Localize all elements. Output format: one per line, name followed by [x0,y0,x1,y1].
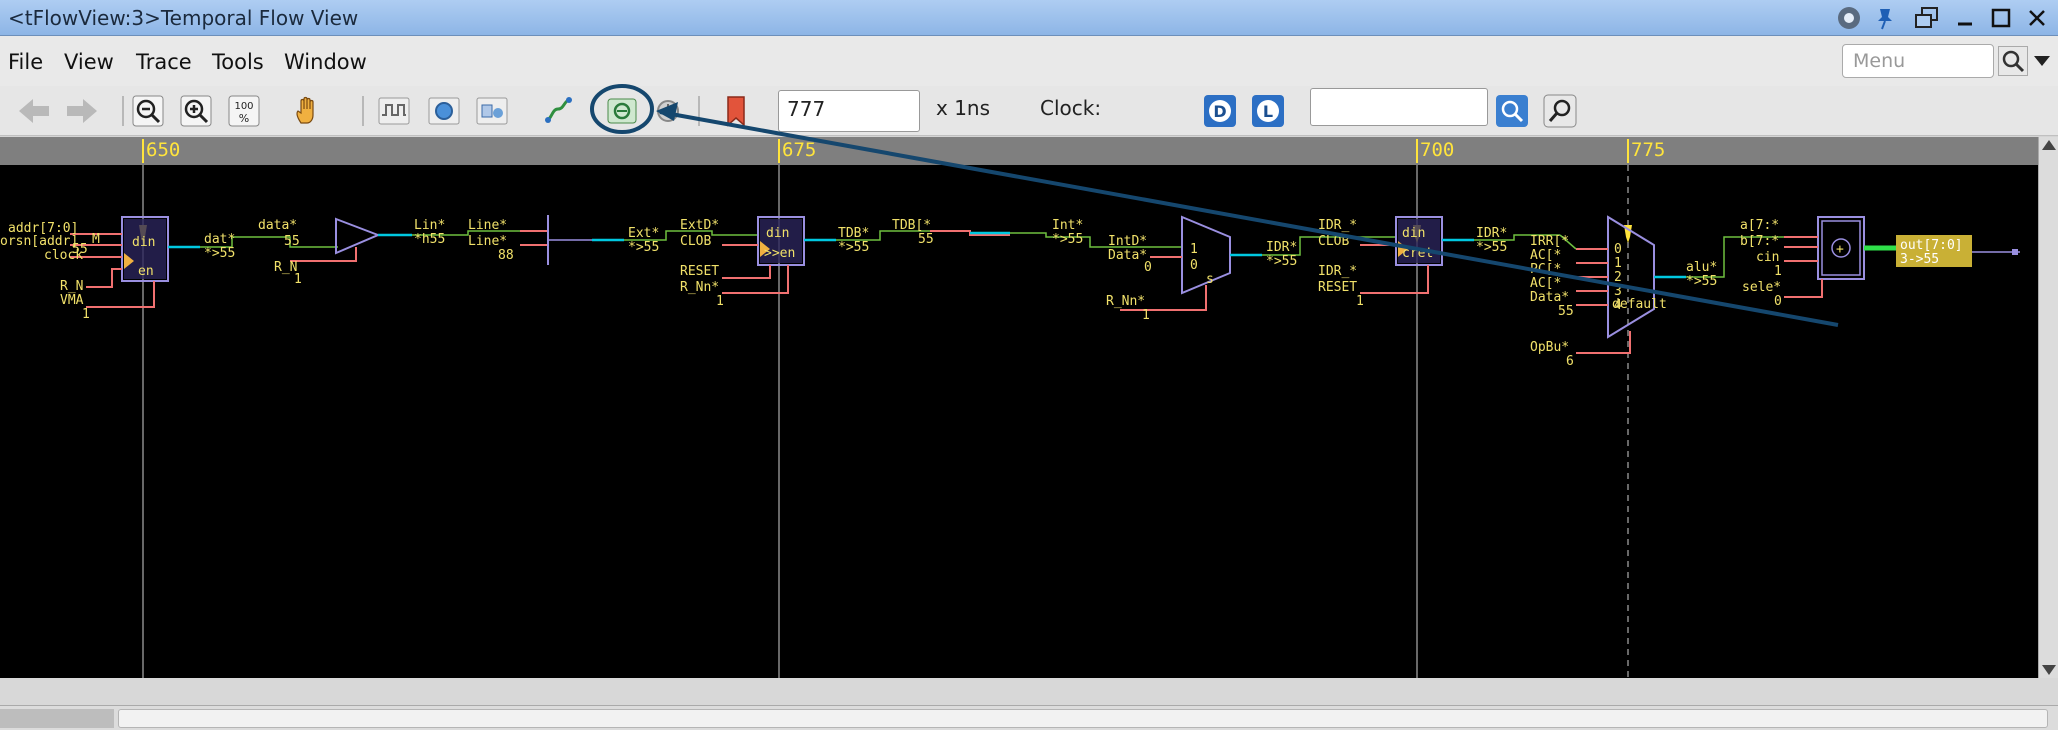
annotation-arrowhead [656,102,678,121]
annotation-circle [590,84,654,134]
annotation-overlay [590,84,1839,327]
scroll-thumb[interactable] [118,709,2048,728]
annotation-arrow [659,110,1839,327]
scroll-down-icon[interactable] [2042,665,2056,675]
scroll-track[interactable] [0,709,114,728]
vertical-scrollbar[interactable] [2038,137,2058,678]
status-strip [0,678,2058,705]
scroll-up-icon[interactable] [2042,140,2056,150]
horizontal-scrollbar[interactable] [0,705,2058,730]
